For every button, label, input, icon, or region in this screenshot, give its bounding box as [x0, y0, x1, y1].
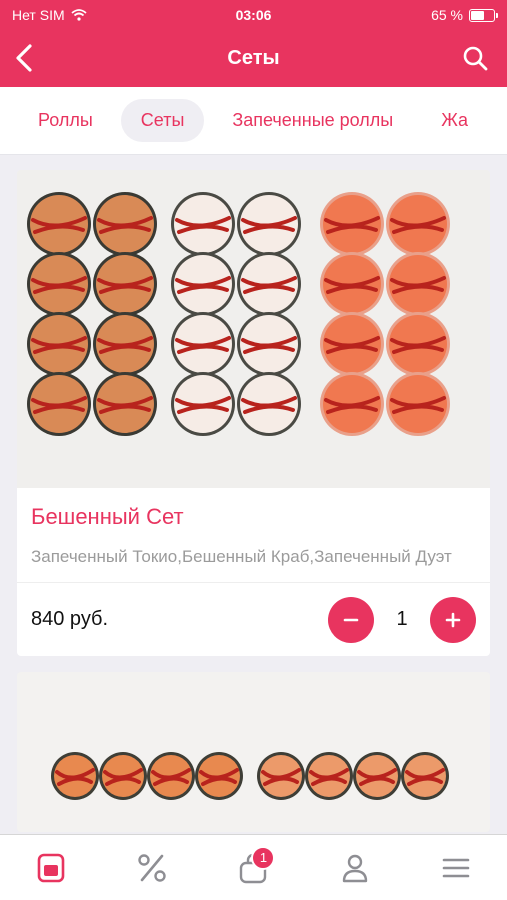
product-title: Бешенный Сет: [31, 504, 184, 529]
increase-button[interactable]: [430, 596, 476, 643]
product-footer: 840 руб. 1: [17, 582, 490, 656]
tab-more[interactable]: [432, 844, 480, 892]
tab-rolls[interactable]: Роллы: [18, 99, 113, 142]
quantity-value: 1: [396, 608, 408, 630]
minus-icon: [343, 618, 359, 621]
tab-menu[interactable]: [27, 844, 75, 892]
tab-baked-rolls[interactable]: Запеченные роллы: [212, 99, 413, 142]
status-bar: Нет SIM 03:06 65 %: [0, 0, 507, 30]
battery-fill: [471, 10, 484, 20]
quantity-stepper: 1: [328, 596, 476, 643]
product-description: Запеченный Токио,Бешенный Краб,Запеченны…: [31, 547, 452, 566]
plus-icon: [445, 612, 461, 627]
navigation-bar: Сеты: [0, 30, 507, 87]
app-header: Нет SIM 03:06 65 % Сеты: [0, 0, 507, 87]
page-title: Сеты: [227, 47, 280, 69]
decrease-button[interactable]: [328, 596, 374, 643]
tab-cart[interactable]: 1: [229, 844, 277, 892]
sushi-set-photo-next: [17, 672, 490, 832]
carrier-label: Нет SIM: [12, 7, 65, 23]
product-card[interactable]: Бешенный Сет Запеченный Токио,Бешенный К…: [17, 170, 490, 656]
bottom-tab-bar: 1: [0, 834, 507, 900]
tab-promotions[interactable]: [128, 844, 176, 892]
percent-icon: [138, 853, 166, 882]
product-card-next[interactable]: [17, 672, 490, 832]
tab-profile[interactable]: [331, 844, 379, 892]
search-icon: [463, 46, 488, 71]
hamburger-icon: [442, 858, 470, 877]
sushi-set-photo: [17, 170, 490, 488]
battery-percent: 65 %: [431, 7, 463, 23]
profile-icon: [342, 854, 368, 882]
menu-book-icon: [37, 853, 64, 882]
back-button[interactable]: [8, 42, 40, 74]
sushi-set-image: [17, 170, 490, 488]
tab-sets[interactable]: Сеты: [120, 99, 205, 142]
tab-next[interactable]: Жа: [421, 99, 488, 142]
wifi-icon: [71, 9, 87, 21]
product-price: 840 руб.: [31, 608, 109, 630]
search-button[interactable]: [459, 42, 491, 74]
cart-badge: 1: [251, 845, 276, 870]
chevron-left-icon: [16, 44, 32, 72]
battery-icon: [469, 8, 498, 22]
category-tabs: Роллы Сеты Запеченные роллы Жа: [0, 87, 507, 155]
product-list: Бешенный Сет Запеченный Токио,Бешенный К…: [0, 155, 507, 832]
